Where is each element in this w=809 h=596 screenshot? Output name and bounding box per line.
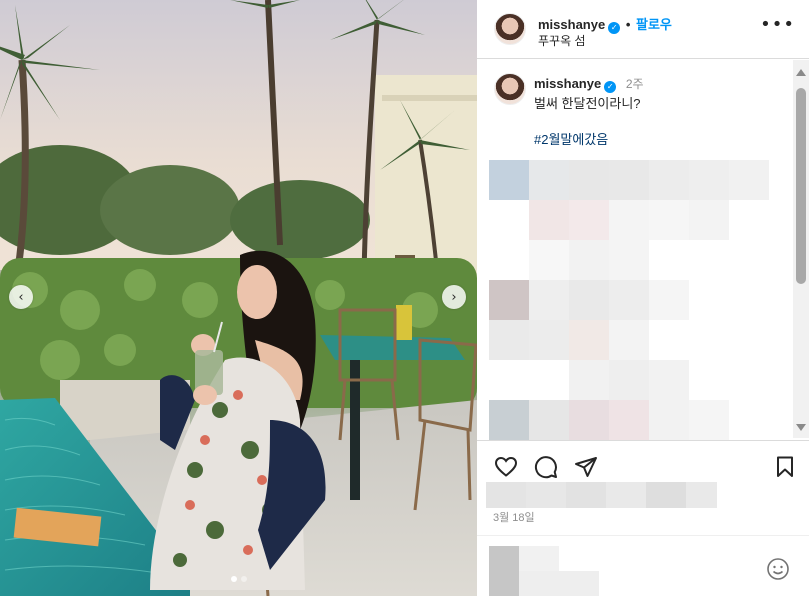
scroll-up-icon[interactable] [796, 69, 806, 76]
add-comment-bar [477, 535, 809, 596]
emoji-icon[interactable] [766, 557, 790, 581]
post-side-panel: misshanye ✓ • 팔로우 푸꾸옥 섬 ••• misshanye ✓ 2주… [477, 0, 809, 596]
separator-dot: • [625, 17, 631, 32]
post-location[interactable]: 푸꾸옥 섬 [538, 32, 586, 49]
chevron-right-icon: › [451, 289, 457, 305]
comments-scrollbar[interactable] [793, 60, 809, 438]
verified-badge-icon: ✓ [608, 22, 621, 34]
caption-username[interactable]: misshanye [534, 76, 601, 91]
slide-dot-1 [230, 576, 237, 582]
caption-avatar[interactable] [494, 73, 526, 105]
follow-button[interactable]: 팔로우 [636, 17, 672, 32]
caption-header: misshanye ✓ 2주 [534, 75, 644, 93]
slide-dot-2 [240, 576, 247, 582]
comments-section: misshanye ✓ 2주 벌써 한달전이라니? #2월말에갔음 [477, 60, 809, 440]
bookmark-icon[interactable] [773, 455, 797, 479]
blurred-comment-avatar [489, 546, 519, 596]
more-options-icon[interactable]: ••• [760, 16, 795, 34]
author-line: misshanye ✓ • 팔로우 [538, 14, 672, 34]
caption-time[interactable]: 2주 [626, 77, 644, 91]
heart-icon[interactable] [494, 455, 518, 479]
avatar[interactable] [494, 13, 526, 45]
photo-scene [0, 0, 477, 596]
blurred-comments [489, 160, 789, 440]
caption-hashtag[interactable]: #2월말에갔음 [534, 129, 608, 148]
next-photo-button[interactable]: › [442, 285, 466, 309]
slide-indicator [0, 576, 477, 582]
caption-text: 벌써 한달전이라니? [534, 96, 641, 111]
previous-photo-button[interactable]: ‹ [9, 285, 33, 309]
author-username[interactable]: misshanye [538, 17, 605, 32]
post-header: misshanye ✓ • 팔로우 푸꾸옥 섬 ••• [477, 0, 809, 59]
scrollbar-thumb[interactable] [796, 88, 806, 284]
verified-badge-icon: ✓ [604, 81, 617, 93]
post-date[interactable]: 3월 18일 [493, 509, 535, 525]
post-photo: ‹ › [0, 0, 477, 596]
scroll-down-icon[interactable] [796, 424, 806, 431]
comment-icon[interactable] [534, 455, 558, 479]
chevron-left-icon: ‹ [18, 289, 24, 305]
blurred-likes [486, 482, 717, 508]
share-icon[interactable] [574, 455, 598, 479]
